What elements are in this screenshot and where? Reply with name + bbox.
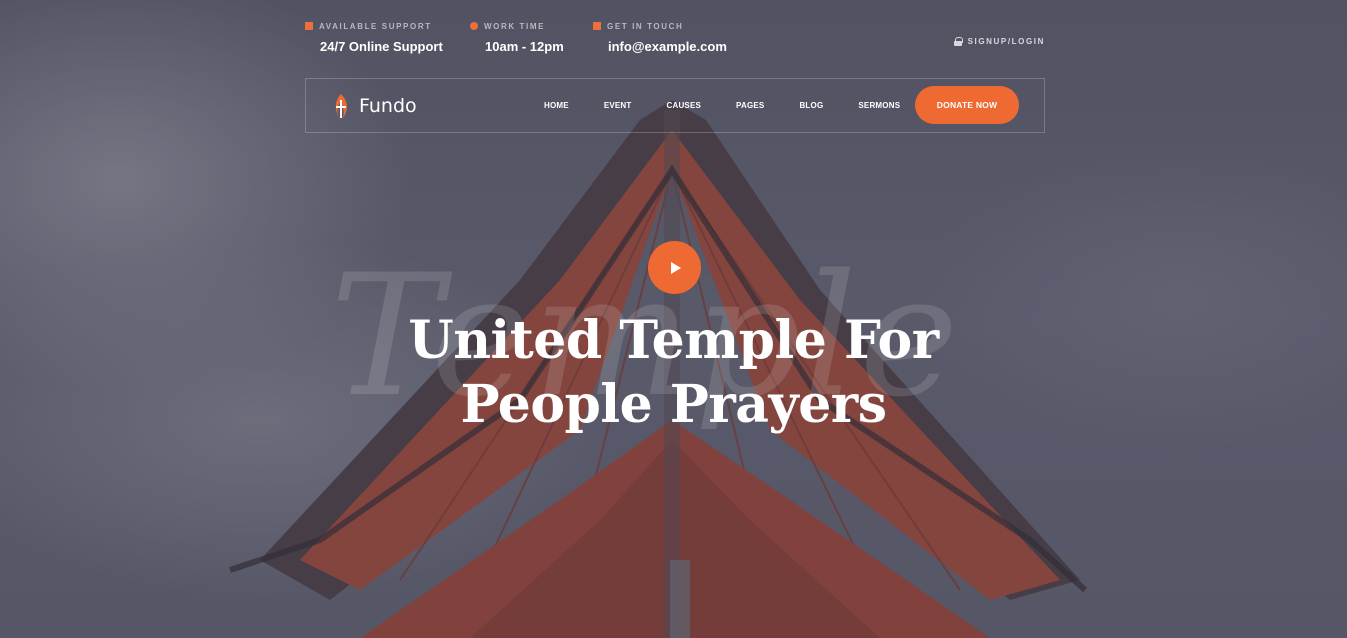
hero-title-line-1: United Temple For [408, 310, 939, 371]
nav-item-home[interactable]: HOME [544, 101, 569, 110]
site-logo[interactable]: Fundo [330, 92, 425, 120]
mail-icon [593, 22, 601, 30]
work-caption: WORK TIME [484, 21, 546, 31]
nav-menu: HOME EVENT CAUSES PAGES BLOG SERMONS [544, 79, 900, 132]
lock-icon [953, 37, 963, 46]
contact-info: GET IN TOUCH info@example.com [593, 20, 727, 54]
work-value: 10am - 12pm [485, 39, 564, 54]
support-info: AVAILABLE SUPPORT 24/7 Online Support [305, 20, 443, 54]
nav-item-causes[interactable]: CAUSES [666, 101, 701, 110]
logo-flame-icon [335, 94, 347, 118]
signup-label: SIGNUP/LOGIN [967, 37, 1045, 46]
contact-caption: GET IN TOUCH [607, 21, 684, 31]
nav-item-sermons[interactable]: SERMONS [858, 101, 900, 110]
contact-email[interactable]: info@example.com [593, 39, 727, 54]
logo-text: Fundo [359, 95, 417, 117]
clock-icon [470, 22, 478, 30]
contact-caption-row: GET IN TOUCH [593, 20, 727, 32]
top-info-bar: AVAILABLE SUPPORT 24/7 Online Support WO… [305, 20, 1045, 60]
main-navbar: Fundo HOME EVENT CAUSES PAGES BLOG SERMO… [305, 78, 1045, 133]
nav-item-pages[interactable]: PAGES [736, 101, 764, 110]
hero-title: United Temple For People Prayers [0, 309, 1347, 437]
nav-item-event[interactable]: EVENT [604, 101, 632, 110]
work-time-info: WORK TIME 10am - 12pm [470, 20, 564, 54]
work-caption-row: WORK TIME [470, 20, 564, 32]
support-value: 24/7 Online Support [320, 39, 443, 54]
nav-item-blog[interactable]: BLOG [799, 101, 823, 110]
support-caption-row: AVAILABLE SUPPORT [305, 20, 443, 32]
donate-now-button[interactable]: DONATE NOW [915, 86, 1019, 124]
signup-login-link[interactable]: SIGNUP/LOGIN [953, 37, 1045, 46]
support-caption: AVAILABLE SUPPORT [319, 21, 432, 31]
hero-title-line-2: People Prayers [460, 374, 887, 435]
support-icon [305, 22, 313, 30]
